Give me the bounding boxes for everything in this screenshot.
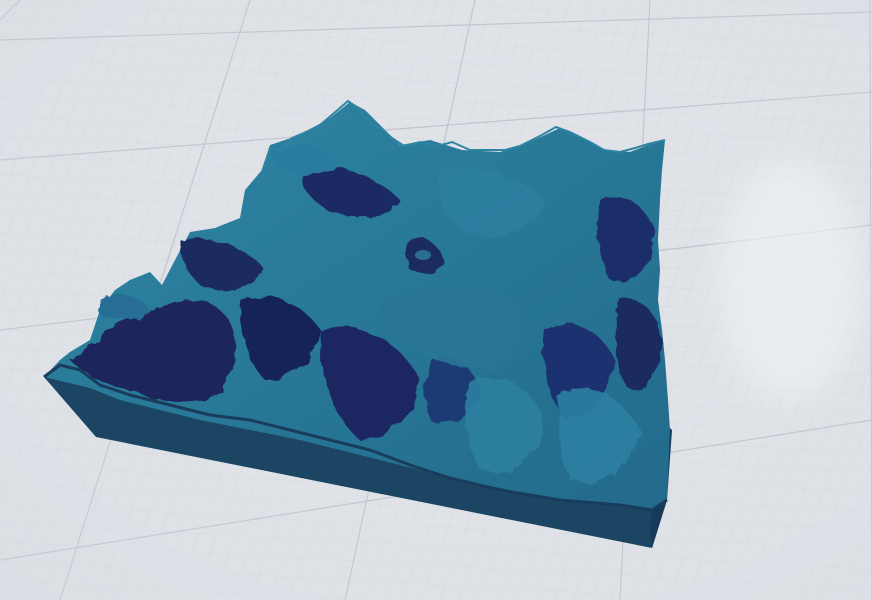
terrain-scene[interactable] (0, 0, 872, 600)
3d-viewport[interactable] (0, 0, 872, 600)
